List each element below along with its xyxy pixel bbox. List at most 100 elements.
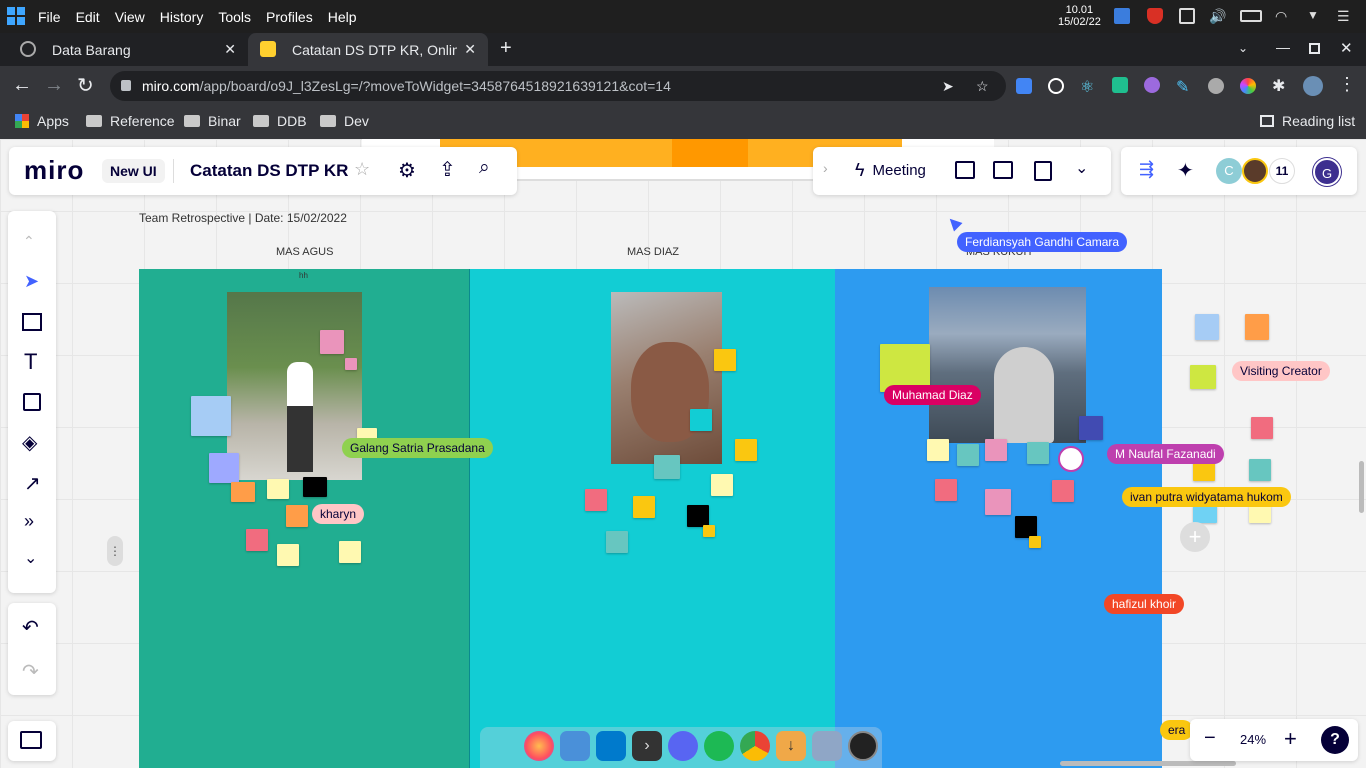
close-tab-icon[interactable]: ✕ bbox=[464, 41, 476, 58]
avatar-g[interactable]: G bbox=[1313, 158, 1341, 186]
sticky-note[interactable] bbox=[985, 439, 1007, 461]
tab-data-barang[interactable]: Data Barang ✕ bbox=[8, 33, 248, 66]
menu-tools[interactable]: Tools bbox=[218, 9, 251, 25]
share-icon[interactable]: ⇪ bbox=[439, 157, 456, 182]
participant-count[interactable]: 11 bbox=[1269, 158, 1295, 184]
expand-down-icon[interactable]: ⌄ bbox=[24, 548, 37, 568]
sticky-note[interactable] bbox=[585, 489, 607, 511]
bookmark-reference[interactable]: Reference bbox=[86, 113, 175, 129]
star-icon[interactable]: ☆ bbox=[354, 159, 370, 180]
extension-green-icon[interactable] bbox=[1112, 77, 1128, 93]
discord-icon[interactable] bbox=[668, 731, 698, 761]
sticky-note[interactable] bbox=[633, 496, 655, 518]
extension-circle-icon[interactable] bbox=[1048, 78, 1064, 94]
sticky-note[interactable] bbox=[690, 409, 712, 431]
collapse-up-icon[interactable]: ⌃ bbox=[23, 233, 35, 250]
sticky-note[interactable] bbox=[714, 349, 736, 371]
sticky-note[interactable] bbox=[654, 455, 680, 479]
chrome-icon[interactable] bbox=[740, 731, 770, 761]
extension-gray-icon[interactable] bbox=[1208, 78, 1224, 94]
vscode-icon[interactable] bbox=[596, 731, 626, 761]
react-extension-icon[interactable]: ⚛ bbox=[1080, 77, 1094, 97]
sticky-note[interactable] bbox=[277, 544, 299, 566]
templates-icon[interactable] bbox=[22, 313, 42, 331]
menu-history[interactable]: History bbox=[160, 9, 204, 25]
filter-cursor-icon[interactable]: ⇶ bbox=[1139, 159, 1154, 180]
sticky-note[interactable] bbox=[687, 505, 709, 527]
sticky-note[interactable] bbox=[246, 529, 268, 551]
back-icon[interactable]: ← bbox=[12, 74, 32, 97]
sticky-note[interactable] bbox=[711, 474, 733, 496]
sticky-note[interactable] bbox=[1249, 459, 1271, 481]
shield-icon[interactable] bbox=[1147, 8, 1163, 24]
terminal-icon[interactable]: › bbox=[632, 731, 662, 761]
sticky-note[interactable] bbox=[286, 505, 308, 527]
menu-profiles[interactable]: Profiles bbox=[266, 9, 313, 25]
kebab-menu-icon[interactable]: ⋮ bbox=[1338, 74, 1356, 95]
frames-icon[interactable] bbox=[955, 161, 975, 179]
profile-avatar[interactable] bbox=[1303, 76, 1323, 96]
sticky-note[interactable] bbox=[927, 439, 949, 461]
extension-purple-icon[interactable] bbox=[1144, 77, 1160, 93]
address-bar[interactable]: miro.com/app/board/o9J_l3ZesLg=/?moveToW… bbox=[110, 71, 1006, 101]
close-tab-icon[interactable]: ✕ bbox=[224, 41, 236, 58]
downloads-icon[interactable]: ↓ bbox=[776, 731, 806, 761]
zoom-out-icon[interactable]: − bbox=[1204, 727, 1216, 750]
add-circle-icon[interactable]: + bbox=[1180, 522, 1210, 552]
sticky-note[interactable] bbox=[1029, 536, 1041, 548]
sticky-note[interactable] bbox=[1245, 314, 1269, 340]
sticky-note[interactable] bbox=[231, 482, 255, 502]
close-window-icon[interactable]: ✕ bbox=[1340, 39, 1353, 57]
clock-app-icon[interactable] bbox=[848, 731, 878, 761]
reaction-icon[interactable]: ✦ bbox=[1177, 158, 1194, 183]
clipboard-icon[interactable] bbox=[1179, 8, 1195, 24]
sticky-note[interactable] bbox=[320, 330, 344, 354]
avatar-photo[interactable] bbox=[1242, 158, 1268, 184]
system-clock[interactable]: 10.01 15/02/22 bbox=[1058, 4, 1101, 28]
zoom-in-icon[interactable]: + bbox=[1284, 726, 1297, 752]
photo-kukuh[interactable] bbox=[929, 287, 1086, 443]
minimize-icon[interactable]: — bbox=[1276, 39, 1290, 55]
photo-diaz[interactable] bbox=[611, 292, 722, 464]
translate-extension-icon[interactable] bbox=[1016, 78, 1032, 94]
chevron-right-icon[interactable]: › bbox=[823, 160, 828, 176]
sticky-note[interactable] bbox=[985, 489, 1011, 515]
select-cursor-icon[interactable]: ➤ bbox=[24, 271, 39, 292]
colorpicker-extension-icon[interactable] bbox=[1240, 78, 1256, 94]
bookmark-ddb[interactable]: DDB bbox=[253, 113, 307, 129]
app-grid-icon[interactable] bbox=[7, 7, 25, 25]
board-title[interactable]: Catatan DS DTP KR bbox=[190, 161, 348, 181]
menu-help[interactable]: Help bbox=[328, 9, 357, 25]
line-arrow-icon[interactable]: ↗ bbox=[24, 471, 41, 496]
sticky-note[interactable] bbox=[1079, 416, 1103, 440]
files-icon[interactable] bbox=[560, 731, 590, 761]
sticky-note[interactable] bbox=[1027, 442, 1049, 464]
apple-icon[interactable] bbox=[488, 731, 518, 761]
screenshot-icon[interactable] bbox=[812, 731, 842, 761]
bookmark-dev[interactable]: Dev bbox=[320, 113, 369, 129]
sidebar-toggle-icon[interactable] bbox=[20, 731, 42, 749]
menu-icon[interactable]: ☰ bbox=[1337, 8, 1353, 24]
sticky-note[interactable] bbox=[606, 531, 628, 553]
sticky-note[interactable] bbox=[957, 444, 979, 466]
shapes-icon[interactable]: ◈ bbox=[22, 430, 37, 455]
bookmark-binar[interactable]: Binar bbox=[184, 113, 241, 129]
sticky-note[interactable] bbox=[1195, 314, 1219, 340]
send-icon[interactable]: ➤ bbox=[942, 71, 954, 101]
battery-icon[interactable] bbox=[1240, 10, 1262, 22]
puzzle-icon[interactable]: ✱ bbox=[1272, 76, 1285, 96]
search-icon[interactable]: ⌕ bbox=[479, 157, 490, 179]
sticky-note[interactable] bbox=[1251, 417, 1273, 439]
horizontal-scrollbar[interactable] bbox=[1060, 761, 1236, 766]
firefox-icon[interactable] bbox=[524, 731, 554, 761]
tab-catatan[interactable]: Catatan DS DTP KR, Online W ✕ bbox=[248, 33, 488, 66]
sticky-note[interactable] bbox=[703, 525, 715, 537]
help-button[interactable]: ? bbox=[1321, 726, 1349, 754]
sticky-note[interactable] bbox=[267, 479, 289, 499]
zoom-level[interactable]: 24% bbox=[1240, 732, 1266, 747]
pen-extension-icon[interactable]: ✎ bbox=[1176, 77, 1189, 97]
redo-icon[interactable]: ↷ bbox=[22, 659, 39, 684]
chevron-double-down-icon[interactable]: ⌄ bbox=[1075, 158, 1088, 178]
sticky-note[interactable] bbox=[1052, 480, 1074, 502]
sticky-note[interactable] bbox=[191, 396, 231, 436]
